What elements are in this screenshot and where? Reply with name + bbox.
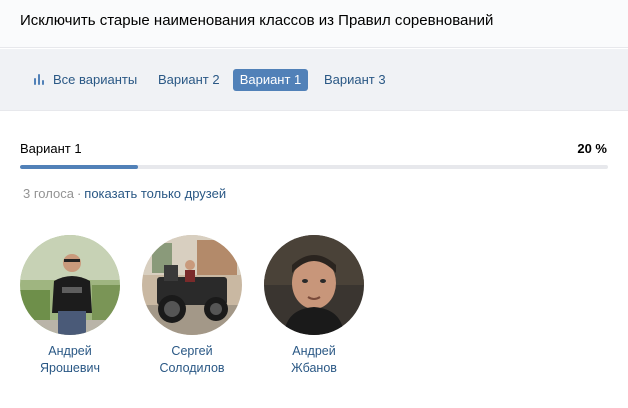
poll-header: Исключить старые наименования классов из… <box>0 0 628 48</box>
result-percent: 20 % <box>577 141 607 156</box>
voter-card[interactable]: Андрей Ярошевич <box>20 235 120 377</box>
tab-label: Вариант 3 <box>324 72 386 87</box>
tab-variant-3[interactable]: Вариант 3 <box>316 69 394 91</box>
voter-name[interactable]: Сергей Солодилов <box>142 343 242 377</box>
voter-name[interactable]: Андрей Жбанов <box>264 343 364 377</box>
progress-fill <box>20 165 138 169</box>
result-label: Вариант 1 <box>20 141 82 156</box>
voter-name[interactable]: Андрей Ярошевич <box>20 343 120 377</box>
tab-label: Все варианты <box>53 72 138 87</box>
vote-count: 3 голоса <box>23 186 74 201</box>
voter-card[interactable]: Сергей Солодилов <box>142 235 242 377</box>
vote-meta: 3 голоса · показать только друзей <box>23 186 226 201</box>
show-friends-link[interactable]: показать только друзей <box>84 186 226 201</box>
poll-title: Исключить старые наименования классов из… <box>20 12 494 29</box>
tab-label: Вариант 2 <box>158 72 220 87</box>
tab-variant-2[interactable]: Вариант 2 <box>150 69 228 91</box>
avatar[interactable] <box>20 235 120 335</box>
variant-tabs: Все варианты Вариант 2 Вариант 1 Вариант… <box>0 49 628 111</box>
tab-label: Вариант 1 <box>239 72 302 87</box>
avatar[interactable] <box>264 235 364 335</box>
tab-variant-1[interactable]: Вариант 1 <box>233 69 308 91</box>
separator-dot: · <box>76 186 82 201</box>
tab-all-variants[interactable]: Все варианты <box>24 69 145 91</box>
progress-bar <box>20 165 608 169</box>
avatar[interactable] <box>142 235 242 335</box>
bar-chart-icon <box>34 74 46 85</box>
voter-card[interactable]: Андрей Жбанов <box>264 235 364 377</box>
